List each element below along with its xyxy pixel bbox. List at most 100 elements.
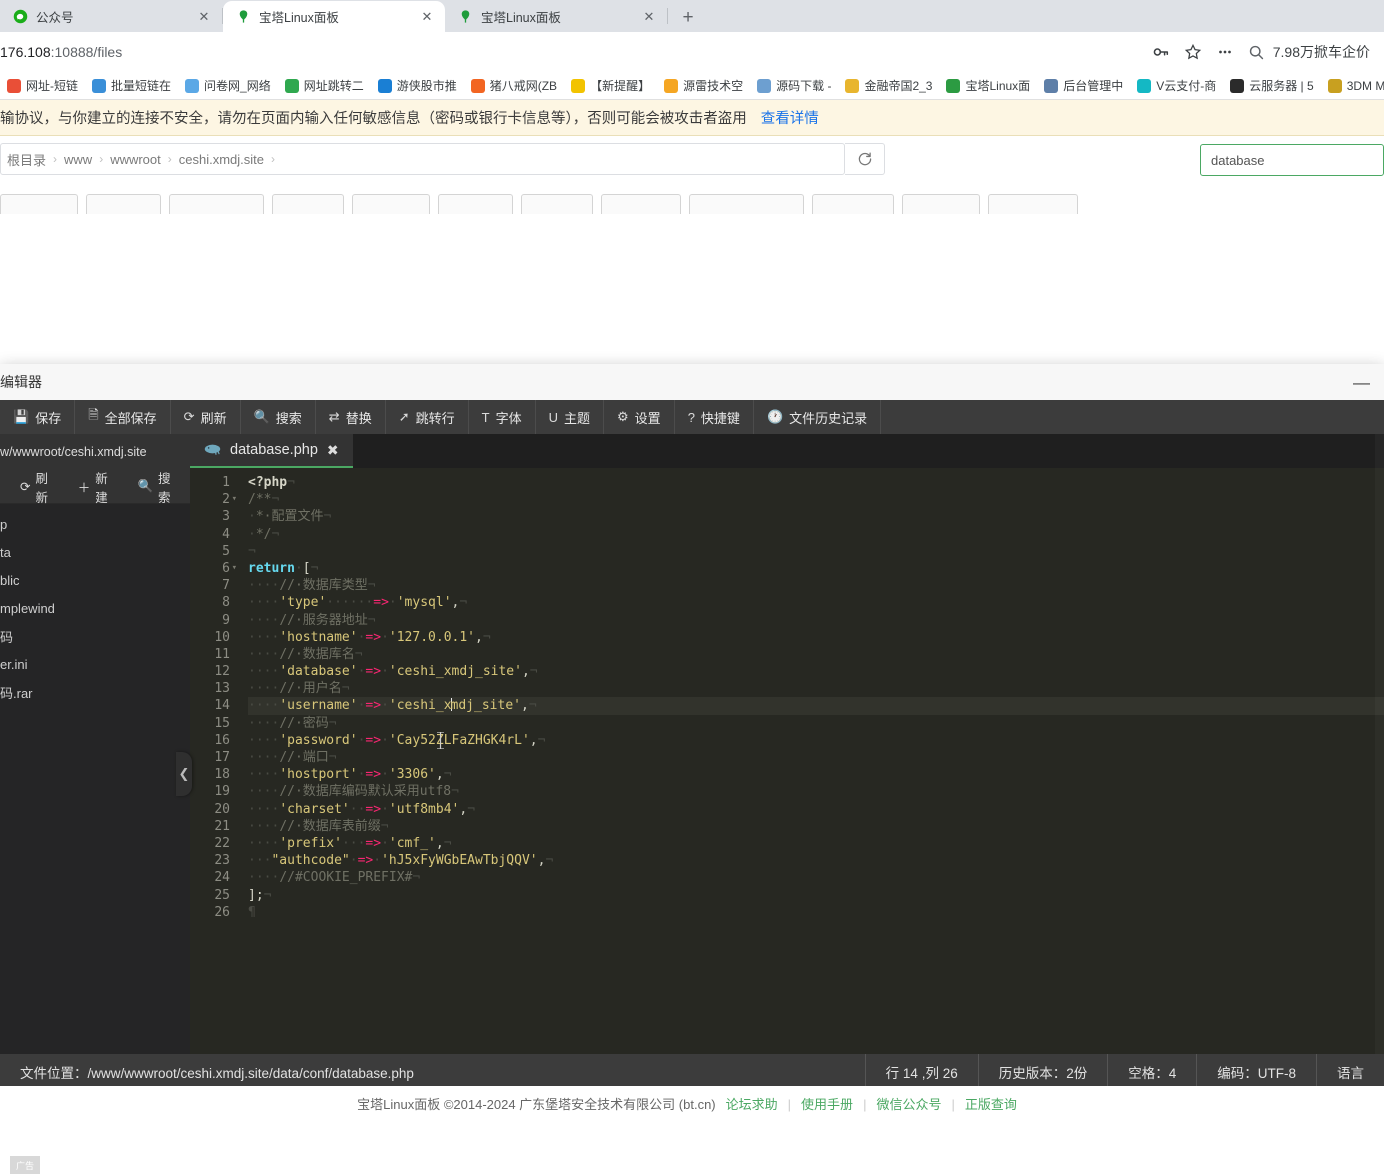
file-action-button[interactable] [86,194,161,214]
bookmark-item[interactable]: 源雷技术空 [657,77,750,94]
editor-vertical-scrollbar[interactable] [1375,434,1384,1054]
sidebar-file-item[interactable]: ta [0,538,190,566]
footer-link[interactable]: 论坛求助 [726,1097,778,1112]
toolbar-replace-button[interactable]: ⇄ 替换 [316,400,386,434]
breadcrumb-item[interactable]: 根目录 [7,150,46,169]
code-content[interactable]: <?php¬/**¬ ·*·配置文件¬ ·*/¬ ¬ return·[¬ ····//·数… [238,468,1384,1054]
toolbar-save-button[interactable]: 💾 保存 [0,400,76,434]
bookmark-item[interactable]: 源码下载 - [750,77,838,94]
bookmark-label: 游侠股市推 [396,79,457,93]
sidebar-refresh-button[interactable]: ⟳ 刷新 [10,468,68,506]
browser-tab-0[interactable]: 公众号 ✕ [0,1,222,32]
close-icon[interactable]: ✕ [641,9,657,25]
search-input[interactable]: database [1200,144,1384,176]
sidebar-file-item[interactable]: 码.rar [0,678,190,706]
footer-link[interactable]: 使用手册 [801,1097,853,1112]
bookmark-item[interactable]: 【新提醒】 [564,77,657,94]
more-options-icon[interactable] [1216,43,1234,61]
breadcrumb-item[interactable]: www [64,152,92,167]
browser-tab-1[interactable]: 宝塔Linux面板 ✕ [223,1,445,32]
sidebar-plus-button[interactable]: ＋ 新建 [68,468,128,506]
file-action-button[interactable] [689,194,804,214]
file-action-button[interactable] [169,194,264,214]
bookmark-item[interactable]: 网址-短链 [0,77,85,94]
line-number: 5 [222,543,230,559]
bookmark-item[interactable]: 金融帝国2_3 [838,77,939,94]
code-token-ws: ¬ [323,509,332,525]
toolbar-font-button[interactable]: T 字体 [469,400,536,434]
toolbar-refresh-button[interactable]: ⟳ 刷新 [171,400,241,434]
bookmark-item[interactable]: V云支付-商 [1130,77,1223,94]
toolbar-goto-line-button[interactable]: ➚ 跳转行 [386,400,469,434]
sidebar-file-item[interactable]: p [0,510,190,538]
language-mode[interactable]: 语言 [1316,1054,1384,1090]
browser-tab-2[interactable]: 宝塔Linux面板 ✕ [445,1,667,32]
code-token-ws: · [381,767,389,783]
toolbar-button-label: 保存 [35,410,62,426]
new-tab-button[interactable]: + [674,4,702,32]
bookmark-item[interactable]: 猪八戒网(ZB [464,77,564,94]
url-bar[interactable]: 176.108:10888/files [0,44,1152,60]
sidebar-file-item[interactable]: er.ini [0,650,190,678]
bookmark-item[interactable]: 3DM MO [1321,78,1384,93]
code-editor-area[interactable]: 1 2 ▾ 3 4 5 6 ▾ 7 8 9 10 11 12 13 14 15 16 17 18 19 20 21 22 23 2… [190,468,1384,1054]
code-fold-icon[interactable]: ▾ [232,491,237,508]
search-icon: 🔍 [137,479,154,493]
code-token-ws: ··· [248,853,272,869]
file-action-button[interactable] [988,194,1078,214]
file-action-button[interactable] [601,194,681,214]
bookmark-item[interactable]: 宝塔Linux面 [939,77,1037,94]
code-token-ws: · [248,526,256,542]
chevron-left-icon[interactable]: ❮ [176,752,192,796]
toolbar-keyboard-shortcut-button[interactable]: ? 快捷键 [675,400,754,434]
sidebar-file-item[interactable]: 码 [0,622,190,650]
gear-icon: ⚙ [617,409,629,424]
code-fold-icon[interactable]: ▾ [232,560,237,577]
breadcrumb[interactable]: 根目录 › www › wwwroot › ceshi.xmdj.site › [0,143,845,175]
toolbar-button-label: 替换 [345,410,372,426]
bookmark-item[interactable]: 云服务器 | 5 [1223,77,1320,94]
toolbar-save-all-button[interactable]: 🗎 全部保存 [75,400,171,434]
file-action-button[interactable] [0,194,78,214]
close-icon[interactable]: ✕ [419,9,435,25]
toolbar-theme-button[interactable]: U 主题 [536,400,605,434]
warning-details-link[interactable]: 查看详情 [761,107,819,128]
file-action-button[interactable] [902,194,980,214]
toolbar-history-button[interactable]: 🕐 文件历史记录 [754,400,882,434]
indent-spaces[interactable]: 空格：4 [1107,1054,1196,1090]
bookmark-item[interactable]: 问卷网_网络 [178,77,278,94]
bookmark-item[interactable]: 批量短链在 [85,77,178,94]
footer-link[interactable]: 正版查询 [965,1097,1017,1112]
file-action-button[interactable] [438,194,513,214]
file-action-button[interactable] [812,194,894,214]
toolbar-button-label: 全部保存 [104,410,157,426]
sidebar-search-button[interactable]: 🔍 搜索 [127,468,190,506]
omnibox-search-text: 7.98万掀车企价 [1272,44,1370,60]
bookmark-item[interactable]: 后台管理中 [1037,77,1130,94]
sidebar-file-item[interactable]: blic [0,566,190,594]
breadcrumb-item[interactable]: ceshi.xmdj.site [179,152,264,167]
file-encoding[interactable]: 编码：UTF-8 [1196,1054,1316,1090]
close-icon[interactable]: ✖ [327,442,339,459]
footer-link[interactable]: 微信公众号 [876,1097,941,1112]
file-action-button[interactable] [352,194,430,214]
bookmark-item[interactable]: 网址跳转二 [278,77,371,94]
code-token-ws: ···· [248,681,280,697]
code-token-cmt: */ [255,526,272,542]
toolbar-search-button[interactable]: 🔍 搜索 [241,400,316,434]
file-action-button[interactable] [272,194,344,214]
code-token-ws: ¬ [263,887,272,903]
minimize-icon[interactable]: — [1353,374,1370,391]
file-tab-database-php[interactable]: database.php ✖ [190,434,353,468]
toolbar-gear-button[interactable]: ⚙ 设置 [604,400,675,434]
password-key-icon[interactable] [1152,43,1170,61]
bookmark-item[interactable]: 游侠股市推 [371,77,464,94]
close-icon[interactable]: ✕ [196,9,212,25]
omnibox-search-suggestion[interactable]: 7.98万掀车企价 [1248,42,1370,62]
file-action-button[interactable] [521,194,593,214]
refresh-icon[interactable] [845,143,885,175]
history-versions[interactable]: 历史版本：2份 [977,1054,1108,1090]
bookmark-star-icon[interactable] [1184,43,1202,61]
breadcrumb-item[interactable]: wwwroot [110,152,161,167]
sidebar-file-item[interactable]: mplewind [0,594,190,622]
